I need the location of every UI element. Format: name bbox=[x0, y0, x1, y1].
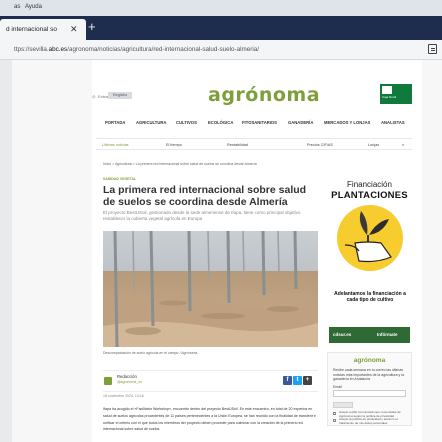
left-strip bbox=[0, 60, 12, 442]
browser-tab[interactable]: d internacional so ✕ bbox=[0, 19, 86, 40]
ad-graphic bbox=[337, 205, 403, 271]
register-button[interactable]: Registro bbox=[108, 92, 132, 99]
menu-item-help[interactable]: Ayuda bbox=[25, 4, 42, 10]
subnav-item[interactable]: Rentabilidad bbox=[227, 143, 248, 147]
consent-checkbox[interactable] bbox=[333, 412, 336, 415]
article-body: Ifapa ha acogido el «Facilitator Worksho… bbox=[103, 407, 316, 432]
nav-item[interactable]: MERCADOS Y LONJAS bbox=[324, 120, 370, 125]
newsletter-logo: agrónoma bbox=[353, 357, 386, 364]
newsletter-box: agrónoma Recibe cada semana en tu correo… bbox=[327, 352, 412, 426]
section-label[interactable]: SANIDAD VEGETAL bbox=[103, 177, 136, 181]
url-path: /agronoma/noticias/agricultura/red-inter… bbox=[67, 46, 260, 53]
search-icon[interactable]: ◎ bbox=[92, 94, 96, 99]
ad-title: Financiación bbox=[347, 180, 392, 189]
ad-footer: cdsur.es Infórmate bbox=[329, 327, 410, 343]
facebook-icon[interactable]: f bbox=[283, 376, 292, 385]
new-tab-icon[interactable]: + bbox=[88, 20, 96, 33]
publish-date: 18 noviembre 2024, 13:16 bbox=[103, 394, 144, 398]
tab-title: d internacional so bbox=[6, 26, 57, 33]
site-logo[interactable]: agrónoma bbox=[208, 84, 320, 106]
article-subtitle: El proyecto BestUSoil, gestionado desde … bbox=[103, 210, 301, 221]
author-name[interactable]: Redacción bbox=[117, 374, 137, 379]
nav-item[interactable]: FITOSANITARIOS bbox=[242, 120, 277, 125]
email-field[interactable] bbox=[333, 390, 406, 397]
reader-view-icon[interactable] bbox=[428, 44, 437, 54]
nav-item[interactable]: GANADERÍA bbox=[288, 120, 313, 125]
nav-item[interactable]: ANALISTAS bbox=[381, 120, 405, 125]
newsletter-text: Recibe cada semana en tu correo las últi… bbox=[333, 368, 405, 381]
ad-pitch: Adelantamos la financiación a cada tipo … bbox=[334, 291, 406, 304]
article-headline: La primera red internacional sobre salud… bbox=[103, 184, 307, 208]
close-icon[interactable]: ✕ bbox=[70, 24, 78, 35]
ad-headline: PLANTACIONES bbox=[331, 190, 408, 201]
email-label: Email bbox=[333, 385, 342, 389]
tab-bar: d internacional so ✕ bbox=[0, 16, 442, 40]
subscribe-button[interactable] bbox=[333, 402, 353, 408]
ad-banner[interactable]: Financiación PLANTACIONES Adelantamos la… bbox=[327, 177, 412, 347]
sponsor-badge[interactable]: Caja Rural bbox=[380, 84, 412, 104]
nav-item[interactable]: CULTIVOS bbox=[176, 120, 197, 125]
privacy-text: Acepto la política de privacidad y autor… bbox=[339, 417, 398, 425]
subnav-item[interactable]: Ultimas noticias bbox=[102, 143, 129, 147]
ad-footer-brand: cdsur.es bbox=[333, 332, 352, 337]
share-icon[interactable]: + bbox=[303, 376, 312, 385]
subnav-item[interactable]: Precios CIF/AS bbox=[307, 143, 333, 147]
breadcrumb[interactable]: Inicio > Agricultura > La primera red in… bbox=[103, 162, 257, 166]
author-handle[interactable]: @agronoma_es bbox=[117, 380, 142, 384]
url-prefix: ttps://sevilla. bbox=[14, 46, 49, 53]
address-bar[interactable]: ttps://sevilla.abc.es/agronoma/noticias/… bbox=[14, 46, 259, 53]
photo-caption: Descompactación de suelo agrícola en el … bbox=[103, 351, 198, 355]
author-avatar bbox=[104, 377, 112, 385]
url-host: abc.es bbox=[48, 46, 68, 53]
article-photo bbox=[103, 231, 318, 347]
menu-item[interactable]: as bbox=[14, 4, 20, 10]
sub-nav: Ultimas noticias El tiempo Rentabilidad … bbox=[96, 138, 412, 150]
search-icon[interactable]: ⌕ bbox=[402, 143, 404, 147]
main-nav: PORTADA AGRICULTURA CULTIVOS ECOLÓGICA F… bbox=[96, 120, 412, 128]
privacy-checkbox[interactable] bbox=[333, 419, 336, 422]
subnav-item[interactable]: Lonjas bbox=[368, 143, 379, 147]
nav-item[interactable]: ECOLÓGICA bbox=[208, 120, 233, 125]
ad-cta[interactable]: Infórmate bbox=[377, 332, 398, 337]
menu-bar: as Ayuda bbox=[0, 0, 442, 16]
subnav-item[interactable]: El tiempo bbox=[166, 143, 182, 147]
twitter-icon[interactable]: t bbox=[293, 376, 302, 385]
browser-toolbar: ttps://sevilla.abc.es/agronoma/noticias/… bbox=[0, 40, 442, 60]
nav-item[interactable]: AGRICULTURA bbox=[136, 120, 166, 125]
author-box: Redacción @agronoma_es f t + bbox=[103, 370, 318, 392]
nav-item[interactable]: PORTADA bbox=[105, 120, 125, 125]
